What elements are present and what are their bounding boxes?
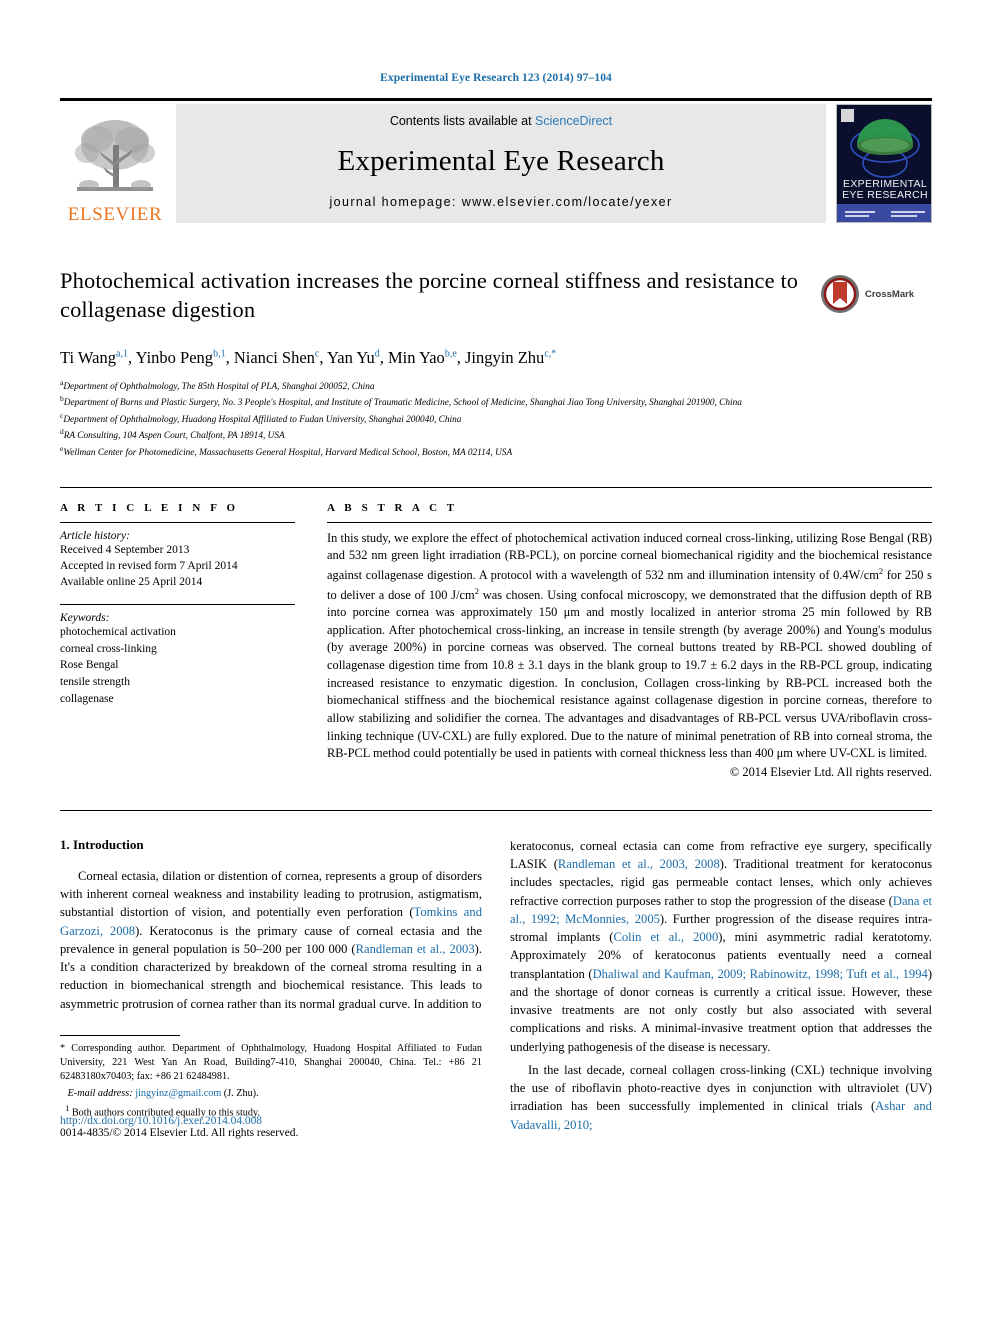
divider xyxy=(60,521,295,523)
journal-homepage-link[interactable]: journal homepage: www.elsevier.com/locat… xyxy=(329,195,672,209)
author-item: Jingyin Zhuc,* xyxy=(465,348,556,367)
abstract-part-3: was chosen. Using confocal microscopy, w… xyxy=(327,587,932,761)
author-name: Min Yao xyxy=(387,347,445,367)
svg-text:EYE RESEARCH: EYE RESEARCH xyxy=(842,189,928,201)
abstract-column: A B S T R A C T In this study, we explor… xyxy=(327,502,932,780)
body-column-right: keratoconus, corneal ectasia can come fr… xyxy=(510,837,932,1139)
article-info-column: A R T I C L E I N F O Article history: R… xyxy=(60,502,295,780)
crossmark-icon xyxy=(821,275,859,313)
email-label: E-mail address: xyxy=(67,1087,133,1099)
abstract-part-1: In this study, we explore the effect of … xyxy=(327,530,932,582)
author-affil-mark[interactable]: b,e xyxy=(445,348,457,359)
body-columns: 1. Introduction Corneal ectasia, dilatio… xyxy=(60,809,932,1139)
doi-link[interactable]: http://dx.doi.org/10.1016/j.exer.2014.04… xyxy=(60,1115,482,1127)
page-title: Photochemical activation increases the p… xyxy=(60,268,799,323)
intro-text: In the last decade, corneal collagen cro… xyxy=(510,1062,932,1114)
author-name: Jingyin Zhu xyxy=(465,347,545,367)
contents-band: Contents lists available at ScienceDirec… xyxy=(176,104,826,223)
elsevier-tree-icon xyxy=(69,115,161,203)
affiliation-item: aDepartment of Ophthalmology, The 85th H… xyxy=(60,378,932,395)
journal-title: Experimental Eye Research xyxy=(337,145,665,177)
corresponding-author-footnote: * Corresponding author. Department of Op… xyxy=(60,1042,482,1083)
elsevier-logo: ELSEVIER xyxy=(60,101,170,226)
author-affil-mark[interactable]: c xyxy=(315,348,319,359)
citation-link[interactable]: Randleman et al., 2003, 2008 xyxy=(558,857,720,871)
affiliation-text: RA Consulting, 104 Aspen Court, Chalfont… xyxy=(63,431,285,442)
history-received: Received 4 September 2013 xyxy=(60,543,190,556)
intro-paragraph-right-2: In the last decade, corneal collagen cro… xyxy=(510,1061,932,1134)
info-abstract-section: A R T I C L E I N F O Article history: R… xyxy=(60,486,932,780)
journal-cover-thumbnail: EXPERIMENTAL EYE RESEARCH xyxy=(836,104,932,223)
keyword-item: photochemical activation xyxy=(60,625,176,638)
divider xyxy=(60,603,295,605)
author-affil-mark[interactable]: b,1 xyxy=(213,348,226,359)
footnote-divider xyxy=(60,1034,180,1036)
author-name: Yan Yu xyxy=(327,347,375,367)
footnote-mark: 1 xyxy=(65,1102,70,1113)
contents-prefix: Contents lists available at xyxy=(389,114,536,128)
affiliation-item: bDepartment of Burns and Plastic Surgery… xyxy=(60,394,932,411)
author-affil-mark[interactable]: a,1 xyxy=(116,348,128,359)
elsevier-wordmark: ELSEVIER xyxy=(67,204,163,225)
author-item: Min Yaob,e xyxy=(388,348,457,367)
author-name: Nianci Shen xyxy=(233,347,315,367)
author-affil-mark[interactable]: c,* xyxy=(544,348,556,359)
author-item: Ti Wanga,1 xyxy=(60,348,128,367)
affiliation-item: cDepartment of Ophthalmology, Huadong Ho… xyxy=(60,411,932,428)
keyword-item: collagenase xyxy=(60,692,114,705)
history-accepted: Accepted in revised form 7 April 2014 xyxy=(60,559,238,572)
sciencedirect-link[interactable]: ScienceDirect xyxy=(535,114,612,128)
body-column-left: 1. Introduction Corneal ectasia, dilatio… xyxy=(60,837,482,1139)
running-head: Experimental Eye Research 123 (2014) 97–… xyxy=(380,72,612,84)
divider xyxy=(327,521,932,523)
abstract-heading: A B S T R A C T xyxy=(327,501,458,514)
author-list: Ti Wanga,1, Yinbo Pengb,1, Nianci Shenc,… xyxy=(60,347,557,367)
author-affil-mark[interactable]: d xyxy=(375,348,380,359)
author-item: Nianci Shenc xyxy=(234,348,320,367)
abstract-text: In this study, we explore the effect of … xyxy=(327,530,932,763)
affiliation-item: eWellman Center for Photomedicine, Massa… xyxy=(60,444,932,461)
intro-paragraph-right-1: keratoconus, corneal ectasia can come fr… xyxy=(510,837,932,1056)
author-item: Yinbo Pengb,1 xyxy=(136,348,226,367)
affiliation-text: Wellman Center for Photomedicine, Massac… xyxy=(63,448,513,459)
affiliation-text: Department of Burns and Plastic Surgery,… xyxy=(63,398,742,409)
affiliation-item: dRA Consulting, 104 Aspen Court, Chalfon… xyxy=(60,427,932,444)
journal-masthead: ELSEVIER Contents lists available at Sci… xyxy=(60,98,932,226)
author-item: Yan Yud xyxy=(327,348,380,367)
citation-link[interactable]: Colin et al., 2000 xyxy=(613,930,718,944)
history-online: Available online 25 April 2014 xyxy=(60,575,203,588)
affiliation-text: Department of Ophthalmology, Huadong Hos… xyxy=(63,414,462,425)
crossmark-label: CrossMark xyxy=(865,288,915,300)
author-name: Ti Wang xyxy=(60,347,116,367)
article-history-label: Article history: xyxy=(60,529,130,542)
citation-link[interactable]: Randleman et al., 2003 xyxy=(356,942,475,956)
issn-copyright: 0014-4835/© 2014 Elsevier Ltd. All right… xyxy=(60,1126,299,1139)
affiliation-list: aDepartment of Ophthalmology, The 85th H… xyxy=(60,378,932,461)
title-block: Photochemical activation increases the p… xyxy=(60,266,932,461)
keywords-label: Keywords: xyxy=(60,611,110,624)
author-name: Yinbo Peng xyxy=(135,347,214,367)
email-link[interactable]: jingyinz@gmail.com xyxy=(135,1088,221,1099)
email-suffix: (J. Zhu). xyxy=(221,1087,259,1099)
affiliation-text: Department of Ophthalmology, The 85th Ho… xyxy=(63,381,375,392)
keyword-item: Rose Bengal xyxy=(60,659,119,672)
doi-block: http://dx.doi.org/10.1016/j.exer.2014.04… xyxy=(60,1115,482,1139)
contents-available-line: Contents lists available at ScienceDirec… xyxy=(390,114,612,128)
article-info-heading: A R T I C L E I N F O xyxy=(60,501,239,514)
keyword-item: tensile strength xyxy=(60,675,130,688)
intro-paragraph-left: Corneal ectasia, dilation or distention … xyxy=(60,867,482,1013)
email-footnote: E-mail address: jingyinz@gmail.com (J. Z… xyxy=(60,1087,482,1101)
paper-page: Experimental Eye Research 123 (2014) 97–… xyxy=(0,0,992,1323)
abstract-copyright: © 2014 Elsevier Ltd. All rights reserved… xyxy=(729,764,932,779)
section-heading-introduction: 1. Introduction xyxy=(60,836,144,852)
crossmark-badge[interactable]: CrossMark xyxy=(820,272,932,316)
citation-link[interactable]: Dhaliwal and Kaufman, 2009; Rabinowitz, … xyxy=(593,967,928,981)
keyword-item: corneal cross-linking xyxy=(60,642,157,655)
